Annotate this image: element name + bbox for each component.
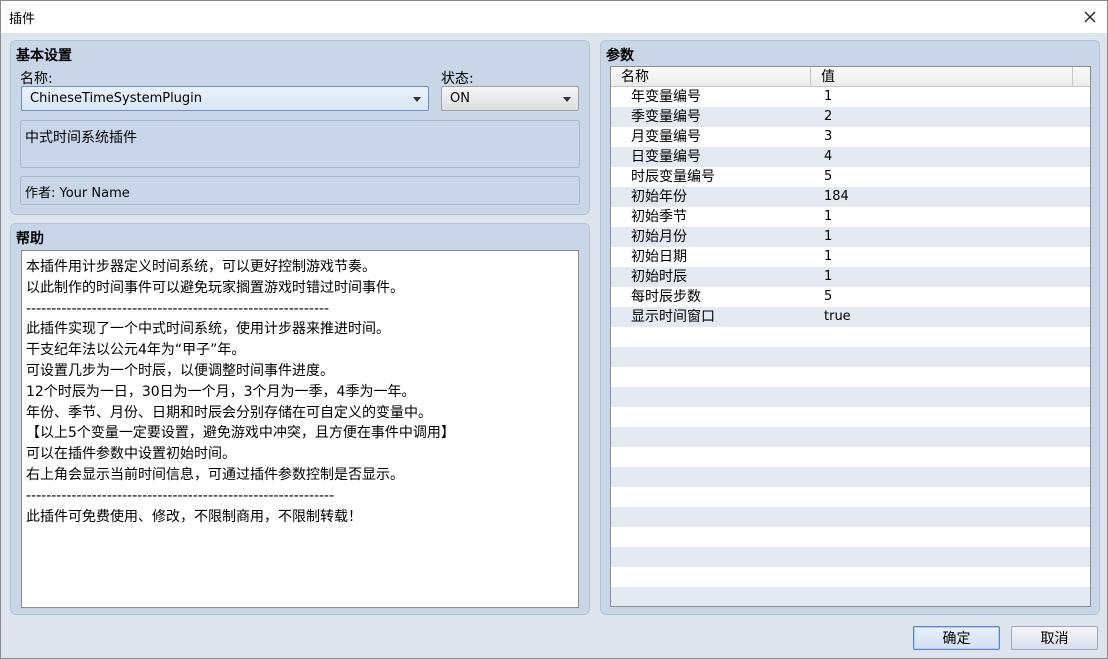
author-text: 作者: Your Name <box>25 186 130 201</box>
param-value: 2 <box>824 109 833 124</box>
empty-row <box>611 547 1090 567</box>
empty-row <box>611 367 1090 387</box>
param-value: 1 <box>824 229 833 244</box>
param-name: 日变量编号 <box>631 149 701 165</box>
param-value: true <box>824 309 851 324</box>
param-name: 初始月份 <box>631 229 687 245</box>
param-name: 初始日期 <box>631 249 687 265</box>
table-row[interactable]: 初始季节 1 <box>611 207 1090 227</box>
column-header-name[interactable]: 名称 <box>611 67 811 87</box>
help-title: 帮助 <box>16 231 44 247</box>
state-value: ON <box>450 91 470 106</box>
empty-row <box>611 527 1090 547</box>
table-row[interactable]: 初始日期 1 <box>611 247 1090 267</box>
param-value: 1 <box>824 269 833 284</box>
help-panel: 帮助 本插件用计步器定义时间系统，可以更好控制游戏节奏。 以此制作的时间事件可以… <box>10 223 590 615</box>
param-value: 3 <box>824 129 833 144</box>
basic-settings-title: 基本设置 <box>16 48 72 64</box>
state-select[interactable]: ON <box>441 86 579 111</box>
param-value: 1 <box>824 249 833 264</box>
table-row[interactable]: 初始月份 1 <box>611 227 1090 247</box>
chevron-down-icon <box>563 97 571 102</box>
help-text-area[interactable]: 本插件用计步器定义时间系统，可以更好控制游戏节奏。 以此制作的时间事件可以避免玩… <box>21 250 579 608</box>
chevron-down-icon <box>413 97 421 102</box>
empty-row <box>611 327 1090 347</box>
table-row[interactable]: 初始时辰 1 <box>611 267 1090 287</box>
plugin-name-select[interactable]: ChineseTimeSystemPlugin <box>21 86 429 111</box>
param-value: 4 <box>824 149 833 164</box>
cancel-button[interactable]: 取消 <box>1011 626 1098 650</box>
name-label: 名称: <box>20 71 53 87</box>
empty-row <box>611 587 1090 606</box>
table-row[interactable]: 初始年份 184 <box>611 187 1090 207</box>
empty-row <box>611 447 1090 467</box>
description-text: 中式时间系统插件 <box>25 130 137 146</box>
close-icon <box>1084 11 1096 23</box>
table-row[interactable]: 日变量编号 4 <box>611 147 1090 167</box>
param-name: 每时辰步数 <box>631 289 701 305</box>
plugin-dialog: 插件 基本设置 名称: 状态: ChineseTimeSystemPlugin … <box>0 0 1108 659</box>
param-name: 时辰变量编号 <box>631 169 715 185</box>
empty-row <box>611 467 1090 487</box>
parameters-panel: 参数 名称 值 年变量编号 1 季变量编号 2 月变量编号 3 日变量编号 4 时辰变量编号 5 初… <box>600 40 1100 615</box>
param-name: 初始时辰 <box>631 269 687 285</box>
basic-settings-panel: 基本设置 名称: 状态: ChineseTimeSystemPlugin ON … <box>10 40 590 215</box>
title-bar: 插件 <box>1 1 1107 33</box>
param-value: 1 <box>824 89 833 104</box>
param-name: 季变量编号 <box>631 109 701 125</box>
empty-row <box>611 427 1090 447</box>
description-field[interactable]: 中式时间系统插件 <box>20 120 580 168</box>
empty-row <box>611 507 1090 527</box>
state-label: 状态: <box>441 71 474 87</box>
empty-row <box>611 387 1090 407</box>
author-field[interactable]: 作者: Your Name <box>20 176 580 205</box>
table-row[interactable]: 年变量编号 1 <box>611 87 1090 107</box>
window-title: 插件 <box>9 12 36 27</box>
table-row[interactable]: 显示时间窗口 true <box>611 307 1090 327</box>
param-value: 1 <box>824 209 833 224</box>
ok-button[interactable]: 确定 <box>913 626 1000 650</box>
empty-row <box>611 347 1090 367</box>
table-row[interactable]: 时辰变量编号 5 <box>611 167 1090 187</box>
table-row[interactable]: 每时辰步数 5 <box>611 287 1090 307</box>
param-name: 年变量编号 <box>631 89 701 105</box>
close-button[interactable] <box>1073 1 1107 33</box>
param-name: 初始季节 <box>631 209 687 225</box>
param-name: 初始年份 <box>631 189 687 205</box>
column-header-value[interactable]: 值 <box>811 67 1073 87</box>
parameters-title: 参数 <box>606 48 634 64</box>
table-row[interactable]: 季变量编号 2 <box>611 107 1090 127</box>
table-header: 名称 值 <box>611 67 1090 87</box>
param-name: 显示时间窗口 <box>631 309 715 325</box>
table-row[interactable]: 月变量编号 3 <box>611 127 1090 147</box>
param-value: 5 <box>824 169 833 184</box>
empty-row <box>611 407 1090 427</box>
param-name: 月变量编号 <box>631 129 701 145</box>
empty-row <box>611 487 1090 507</box>
plugin-name-value: ChineseTimeSystemPlugin <box>30 91 203 106</box>
parameters-table[interactable]: 名称 值 年变量编号 1 季变量编号 2 月变量编号 3 日变量编号 4 时辰变量编号 5 初始年份… <box>610 66 1091 607</box>
param-value: 5 <box>824 289 833 304</box>
param-value: 184 <box>824 189 849 204</box>
empty-row <box>611 567 1090 587</box>
